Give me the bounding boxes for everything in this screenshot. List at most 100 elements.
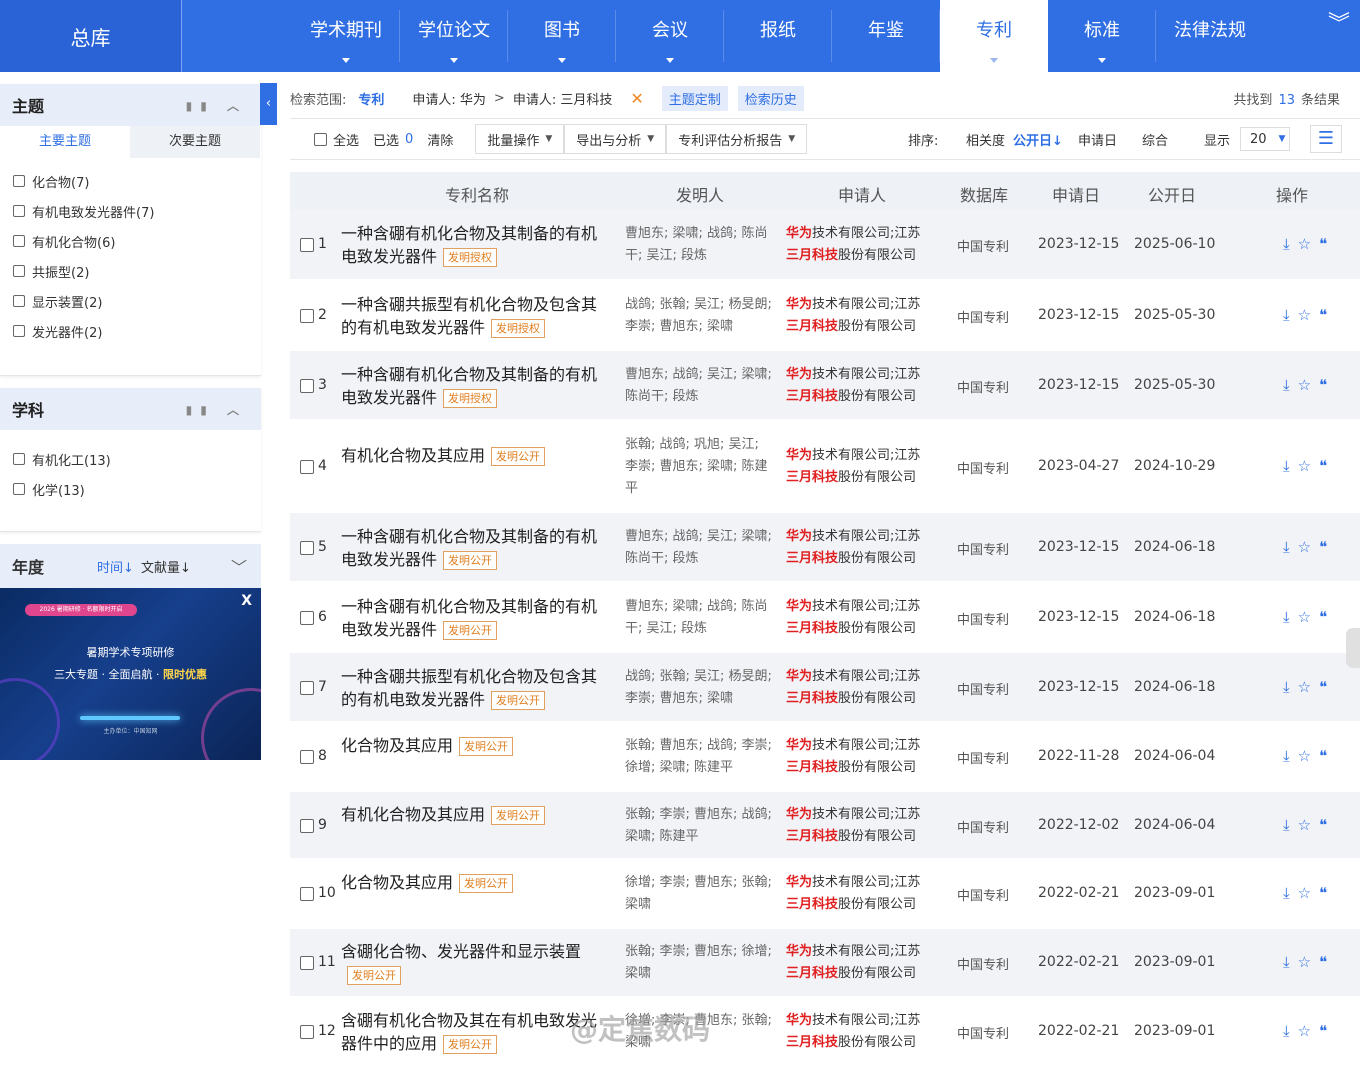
table-row[interactable]: 3 一种含硼有机化合物及其制备的有机电致发光器件 发明授权 曹旭东; 战鸽; 吴江; … xyxy=(290,351,1360,420)
download-icon[interactable]: ⤓ xyxy=(1283,376,1298,394)
row-checkbox[interactable] xyxy=(300,887,314,901)
star-icon[interactable]: ☆ xyxy=(1298,747,1319,765)
nav-tab-journals[interactable]: 学术期刊 xyxy=(292,0,400,72)
nav-home-total[interactable]: 总库 xyxy=(0,0,182,72)
star-icon[interactable]: ☆ xyxy=(1298,538,1319,556)
checkbox[interactable] xyxy=(13,453,25,465)
applicant[interactable]: 华为技术有限公司;江苏 三月科技股份有限公司 xyxy=(786,364,936,408)
table-row[interactable]: 8 化合物及其应用 发明公开 张翰; 曹旭东; 战鸽; 李崇; 徐增; 梁啸; 陈建平… xyxy=(290,723,1360,791)
topic-panel-header[interactable]: 主题 ▮▮ ︿ xyxy=(0,84,261,126)
collapse-sidebar-button[interactable]: ‹ xyxy=(260,83,277,125)
topic-filter-item[interactable]: 化合物(7) xyxy=(0,166,261,196)
checkbox[interactable] xyxy=(13,175,25,187)
inventors[interactable]: 战鸽; 张翰; 吴江; 杨旻朗; 李崇; 曹旭东; 梁啸 xyxy=(625,294,775,338)
applicant[interactable]: 华为技术有限公司;江苏 三月科技股份有限公司 xyxy=(786,872,936,916)
close-icon[interactable]: X xyxy=(241,593,252,609)
quote-icon[interactable]: ❝ xyxy=(1319,1022,1335,1040)
checkbox[interactable] xyxy=(13,265,25,277)
download-icon[interactable]: ⤓ xyxy=(1283,953,1298,971)
subject-panel-header[interactable]: 学科 ▮▮ ︿ xyxy=(0,388,261,430)
applicant[interactable]: 华为技术有限公司;江苏 三月科技股份有限公司 xyxy=(786,804,936,848)
quote-icon[interactable]: ❝ xyxy=(1319,538,1335,556)
row-checkbox[interactable] xyxy=(300,818,314,833)
nav-tab-books[interactable]: 图书 xyxy=(508,0,616,72)
table-row[interactable]: 5 一种含硼有机化合物及其制备的有机电致发光器件 发明公开 曹旭东; 战鸽; 吴江; … xyxy=(290,513,1360,582)
download-icon[interactable]: ⤓ xyxy=(1283,1022,1298,1040)
applicant[interactable]: 华为技术有限公司;江苏 三月科技股份有限公司 xyxy=(786,596,936,640)
patent-title[interactable]: 一种含硼共振型有机化合物及包含其的有机电致发光器件 发明公开 xyxy=(341,665,609,711)
patent-title[interactable]: 化合物及其应用 发明公开 xyxy=(341,871,609,894)
row-checkbox[interactable] xyxy=(300,308,314,323)
applicant[interactable]: 华为技术有限公司;江苏 三月科技股份有限公司 xyxy=(786,666,936,710)
inventors[interactable]: 张翰; 曹旭东; 战鸽; 李崇; 徐增; 梁啸; 陈建平 xyxy=(625,735,775,779)
nav-tab-newspapers[interactable]: 报纸 xyxy=(724,0,832,72)
row-checkbox[interactable] xyxy=(300,610,314,625)
patent-title[interactable]: 化合物及其应用 发明公开 xyxy=(341,734,609,757)
inventors[interactable]: 曹旭东; 梁啸; 战鸽; 陈尚干; 吴江; 段炼 xyxy=(625,596,775,640)
patent-title[interactable]: 有机化合物及其应用 发明公开 xyxy=(341,444,609,467)
chart-and-collapse-icon[interactable]: ▮▮ ︿ xyxy=(186,401,247,418)
sort-pubdate[interactable]: 公开日↓ xyxy=(1013,130,1063,149)
patent-title[interactable]: 一种含硼有机化合物及其制备的有机电致发光器件 发明公开 xyxy=(341,525,609,571)
inventors[interactable]: 张翰; 战鸽; 巩旭; 吴江; 李崇; 曹旭东; 梁啸; 陈建平 xyxy=(625,434,775,500)
quote-icon[interactable]: ❝ xyxy=(1319,235,1335,253)
topic-filter-item[interactable]: 有机电致发光器件(7) xyxy=(0,196,261,226)
chart-and-collapse-icon[interactable]: ▮▮ ︿ xyxy=(186,97,247,114)
star-icon[interactable]: ☆ xyxy=(1298,376,1319,394)
topic-filter-item[interactable]: 发光器件(2) xyxy=(0,316,261,346)
patent-title-text[interactable]: 有机化合物及其应用 xyxy=(341,446,485,465)
inventors[interactable]: 战鸽; 张翰; 吴江; 杨旻朗; 李崇; 曹旭东; 梁啸 xyxy=(625,666,775,710)
patent-title-text[interactable]: 化合物及其应用 xyxy=(341,736,453,755)
checkbox[interactable] xyxy=(13,295,25,307)
applicant[interactable]: 华为技术有限公司;江苏 三月科技股份有限公司 xyxy=(786,294,936,338)
quote-icon[interactable]: ❝ xyxy=(1319,457,1335,475)
quote-icon[interactable]: ❝ xyxy=(1319,678,1335,696)
inventors[interactable]: 张翰; 李崇; 曹旭东; 徐增; 梁啸 xyxy=(625,941,775,985)
patent-title-text[interactable]: 一种含硼共振型有机化合物及包含其的有机电致发光器件 xyxy=(341,667,597,709)
topic-filter-item[interactable]: 显示装置(2) xyxy=(0,286,261,316)
quote-icon[interactable]: ❝ xyxy=(1319,816,1335,834)
chevron-down-icon[interactable]: ﹀ xyxy=(231,554,247,578)
row-checkbox[interactable] xyxy=(300,378,314,393)
nav-tab-laws[interactable]: 法律法规 xyxy=(1156,0,1264,72)
list-view-icon[interactable]: ☰ xyxy=(1310,125,1342,153)
table-row[interactable]: 6 一种含硼有机化合物及其制备的有机电致发光器件 发明公开 曹旭东; 梁啸; 战鸽; … xyxy=(290,583,1360,652)
nav-tab-conferences[interactable]: 会议 xyxy=(616,0,724,72)
star-icon[interactable]: ☆ xyxy=(1298,457,1319,475)
patent-title[interactable]: 含硼化合物、发光器件和显示装置发明公开 xyxy=(341,940,609,986)
patent-title-text[interactable]: 化合物及其应用 xyxy=(341,873,453,892)
subject-filter-item[interactable]: 化学(13) xyxy=(0,474,261,504)
star-icon[interactable]: ☆ xyxy=(1298,1022,1319,1040)
quote-icon[interactable]: ❝ xyxy=(1319,884,1335,902)
applicant[interactable]: 华为技术有限公司;江苏 三月科技股份有限公司 xyxy=(786,735,936,779)
patent-title[interactable]: 一种含硼有机化合物及其制备的有机电致发光器件 发明授权 xyxy=(341,222,609,268)
table-row[interactable]: 11 含硼化合物、发光器件和显示装置发明公开 张翰; 李崇; 曹旭东; 徐增; 梁啸… xyxy=(290,929,1360,997)
table-row[interactable]: 2 一种含硼共振型有机化合物及包含其的有机电致发光器件 发明授权 战鸽; 张翰; 吴江… xyxy=(290,281,1360,350)
topic-custom-button[interactable]: 主题定制 xyxy=(661,85,728,111)
breadcrumb-applicant-2[interactable]: 申请人: 三月科技 xyxy=(513,89,613,108)
checkbox[interactable] xyxy=(13,205,25,217)
sort-relevance[interactable]: 相关度 xyxy=(966,130,1005,149)
sort-by-count[interactable]: 文献量↓ xyxy=(141,557,191,576)
inventors[interactable]: 曹旭东; 战鸽; 吴江; 梁啸; 陈尚干; 段炼 xyxy=(625,364,775,408)
star-icon[interactable]: ☆ xyxy=(1298,953,1319,971)
batch-ops-dropdown[interactable]: 批量操作 ▼ xyxy=(475,124,565,154)
tab-main-topic[interactable]: 主要主题 xyxy=(0,126,130,158)
checkbox[interactable] xyxy=(13,325,25,337)
quote-icon[interactable]: ❝ xyxy=(1319,747,1335,765)
patent-title-text[interactable]: 含硼化合物、发光器件和显示装置 xyxy=(341,942,581,961)
quote-icon[interactable]: ❝ xyxy=(1319,376,1335,394)
download-icon[interactable]: ⤓ xyxy=(1283,457,1298,475)
row-checkbox[interactable] xyxy=(300,459,314,474)
side-scroll-handle[interactable] xyxy=(1346,628,1360,668)
select-all-label[interactable]: 全选 xyxy=(333,130,359,149)
patent-title-text[interactable]: 有机化合物及其应用 xyxy=(341,805,485,824)
applicant[interactable]: 华为技术有限公司;江苏 三月科技股份有限公司 xyxy=(786,223,936,267)
download-icon[interactable]: ⤓ xyxy=(1283,816,1298,834)
subject-filter-item[interactable]: 有机化工(13) xyxy=(0,444,261,474)
row-checkbox[interactable] xyxy=(300,680,314,695)
star-icon[interactable]: ☆ xyxy=(1298,306,1319,324)
star-icon[interactable]: ☆ xyxy=(1298,235,1319,253)
inventors[interactable]: 曹旭东; 战鸽; 吴江; 梁啸; 陈尚干; 段炼 xyxy=(625,526,775,570)
topic-filter-item[interactable]: 有机化合物(6) xyxy=(0,226,261,256)
